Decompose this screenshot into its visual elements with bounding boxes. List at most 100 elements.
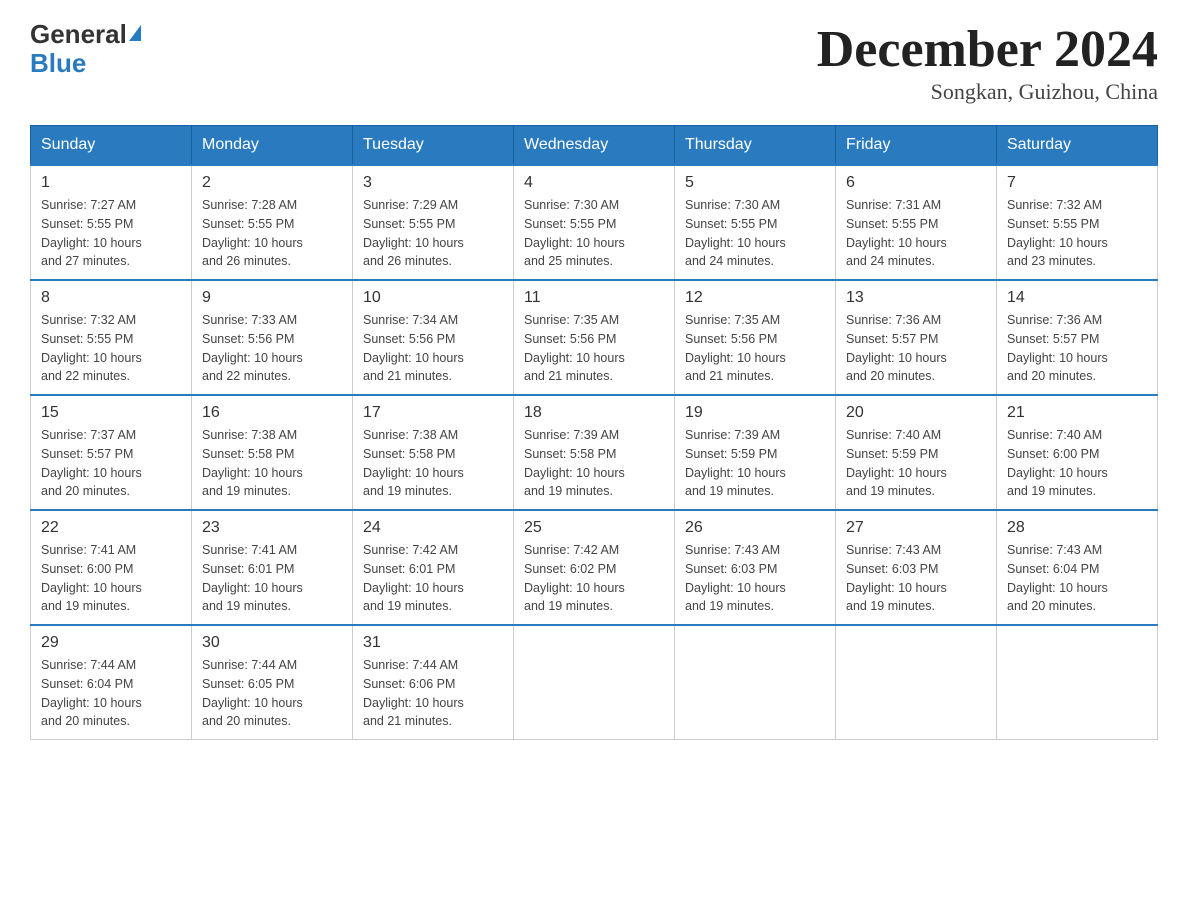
day-info: Sunrise: 7:32 AMSunset: 5:55 PMDaylight:… xyxy=(41,311,181,386)
calendar-cell: 26 Sunrise: 7:43 AMSunset: 6:03 PMDayligh… xyxy=(675,510,836,625)
day-number: 3 xyxy=(363,174,503,192)
calendar-cell: 11 Sunrise: 7:35 AMSunset: 5:56 PMDayligh… xyxy=(514,280,675,395)
day-number: 27 xyxy=(846,519,986,537)
day-number: 28 xyxy=(1007,519,1147,537)
day-info: Sunrise: 7:31 AMSunset: 5:55 PMDaylight:… xyxy=(846,196,986,271)
day-info: Sunrise: 7:40 AMSunset: 6:00 PMDaylight:… xyxy=(1007,426,1147,501)
day-number: 5 xyxy=(685,174,825,192)
logo: General Blue xyxy=(30,20,141,77)
day-info: Sunrise: 7:43 AMSunset: 6:03 PMDaylight:… xyxy=(846,541,986,616)
day-number: 6 xyxy=(846,174,986,192)
day-number: 23 xyxy=(202,519,342,537)
day-info: Sunrise: 7:35 AMSunset: 5:56 PMDaylight:… xyxy=(524,311,664,386)
day-number: 7 xyxy=(1007,174,1147,192)
calendar-cell: 8 Sunrise: 7:32 AMSunset: 5:55 PMDaylight… xyxy=(31,280,192,395)
day-info: Sunrise: 7:41 AMSunset: 6:00 PMDaylight:… xyxy=(41,541,181,616)
day-info: Sunrise: 7:27 AMSunset: 5:55 PMDaylight:… xyxy=(41,196,181,271)
day-number: 30 xyxy=(202,634,342,652)
title-block: December 2024 Songkan, Guizhou, China xyxy=(817,20,1158,105)
calendar-cell: 12 Sunrise: 7:35 AMSunset: 5:56 PMDayligh… xyxy=(675,280,836,395)
calendar-cell xyxy=(675,625,836,740)
day-info: Sunrise: 7:38 AMSunset: 5:58 PMDaylight:… xyxy=(202,426,342,501)
header-saturday: Saturday xyxy=(997,126,1158,166)
day-info: Sunrise: 7:41 AMSunset: 6:01 PMDaylight:… xyxy=(202,541,342,616)
calendar-cell xyxy=(836,625,997,740)
day-number: 11 xyxy=(524,289,664,307)
day-info: Sunrise: 7:38 AMSunset: 5:58 PMDaylight:… xyxy=(363,426,503,501)
day-info: Sunrise: 7:28 AMSunset: 5:55 PMDaylight:… xyxy=(202,196,342,271)
calendar-cell: 16 Sunrise: 7:38 AMSunset: 5:58 PMDayligh… xyxy=(192,395,353,510)
calendar-cell: 19 Sunrise: 7:39 AMSunset: 5:59 PMDayligh… xyxy=(675,395,836,510)
logo-arrow-icon xyxy=(129,25,141,41)
calendar-cell: 18 Sunrise: 7:39 AMSunset: 5:58 PMDayligh… xyxy=(514,395,675,510)
calendar-cell: 20Sunrise: 7:40 AMSunset: 5:59 PMDayligh… xyxy=(836,395,997,510)
day-info: Sunrise: 7:34 AMSunset: 5:56 PMDaylight:… xyxy=(363,311,503,386)
calendar-cell: 25 Sunrise: 7:42 AMSunset: 6:02 PMDayligh… xyxy=(514,510,675,625)
logo-blue-text: Blue xyxy=(30,49,141,78)
calendar-cell: 3 Sunrise: 7:29 AMSunset: 5:55 PMDaylight… xyxy=(353,165,514,280)
day-number: 19 xyxy=(685,404,825,422)
day-info: Sunrise: 7:39 AMSunset: 5:58 PMDaylight:… xyxy=(524,426,664,501)
calendar-cell xyxy=(997,625,1158,740)
day-number: 15 xyxy=(41,404,181,422)
day-info: Sunrise: 7:36 AMSunset: 5:57 PMDaylight:… xyxy=(1007,311,1147,386)
calendar-cell: 7Sunrise: 7:32 AMSunset: 5:55 PMDaylight… xyxy=(997,165,1158,280)
header-wednesday: Wednesday xyxy=(514,126,675,166)
day-info: Sunrise: 7:29 AMSunset: 5:55 PMDaylight:… xyxy=(363,196,503,271)
day-number: 10 xyxy=(363,289,503,307)
day-info: Sunrise: 7:33 AMSunset: 5:56 PMDaylight:… xyxy=(202,311,342,386)
day-number: 31 xyxy=(363,634,503,652)
day-info: Sunrise: 7:42 AMSunset: 6:02 PMDaylight:… xyxy=(524,541,664,616)
calendar-cell: 23 Sunrise: 7:41 AMSunset: 6:01 PMDayligh… xyxy=(192,510,353,625)
day-number: 18 xyxy=(524,404,664,422)
calendar-cell: 22Sunrise: 7:41 AMSunset: 6:00 PMDayligh… xyxy=(31,510,192,625)
day-number: 14 xyxy=(1007,289,1147,307)
page-title: December 2024 xyxy=(817,20,1158,79)
day-info: Sunrise: 7:39 AMSunset: 5:59 PMDaylight:… xyxy=(685,426,825,501)
day-info: Sunrise: 7:43 AMSunset: 6:03 PMDaylight:… xyxy=(685,541,825,616)
day-number: 12 xyxy=(685,289,825,307)
calendar-week-row: 15Sunrise: 7:37 AMSunset: 5:57 PMDayligh… xyxy=(31,395,1158,510)
calendar-week-row: 1 Sunrise: 7:27 AMSunset: 5:55 PMDaylight… xyxy=(31,165,1158,280)
calendar-cell: 21 Sunrise: 7:40 AMSunset: 6:00 PMDayligh… xyxy=(997,395,1158,510)
calendar-week-row: 22Sunrise: 7:41 AMSunset: 6:00 PMDayligh… xyxy=(31,510,1158,625)
header-tuesday: Tuesday xyxy=(353,126,514,166)
day-number: 8 xyxy=(41,289,181,307)
calendar-cell: 15Sunrise: 7:37 AMSunset: 5:57 PMDayligh… xyxy=(31,395,192,510)
calendar-cell: 2Sunrise: 7:28 AMSunset: 5:55 PMDaylight… xyxy=(192,165,353,280)
logo-general-text: General xyxy=(30,20,127,49)
day-info: Sunrise: 7:43 AMSunset: 6:04 PMDaylight:… xyxy=(1007,541,1147,616)
calendar-table: Sunday Monday Tuesday Wednesday Thursday… xyxy=(30,125,1158,740)
day-number: 9 xyxy=(202,289,342,307)
calendar-cell: 13 Sunrise: 7:36 AMSunset: 5:57 PMDayligh… xyxy=(836,280,997,395)
calendar-cell: 31Sunrise: 7:44 AMSunset: 6:06 PMDayligh… xyxy=(353,625,514,740)
header-friday: Friday xyxy=(836,126,997,166)
calendar-cell: 5 Sunrise: 7:30 AMSunset: 5:55 PMDaylight… xyxy=(675,165,836,280)
calendar-week-row: 29Sunrise: 7:44 AMSunset: 6:04 PMDayligh… xyxy=(31,625,1158,740)
header-sunday: Sunday xyxy=(31,126,192,166)
day-info: Sunrise: 7:30 AMSunset: 5:55 PMDaylight:… xyxy=(685,196,825,271)
day-number: 25 xyxy=(524,519,664,537)
day-number: 17 xyxy=(363,404,503,422)
day-number: 13 xyxy=(846,289,986,307)
day-number: 1 xyxy=(41,174,181,192)
calendar-week-row: 8 Sunrise: 7:32 AMSunset: 5:55 PMDaylight… xyxy=(31,280,1158,395)
day-number: 21 xyxy=(1007,404,1147,422)
page-subtitle: Songkan, Guizhou, China xyxy=(817,79,1158,105)
calendar-cell: 29Sunrise: 7:44 AMSunset: 6:04 PMDayligh… xyxy=(31,625,192,740)
calendar-cell: 4 Sunrise: 7:30 AMSunset: 5:55 PMDaylight… xyxy=(514,165,675,280)
calendar-cell xyxy=(514,625,675,740)
page-header: General Blue December 2024 Songkan, Guiz… xyxy=(30,20,1158,105)
day-number: 16 xyxy=(202,404,342,422)
day-info: Sunrise: 7:42 AMSunset: 6:01 PMDaylight:… xyxy=(363,541,503,616)
header-thursday: Thursday xyxy=(675,126,836,166)
day-number: 26 xyxy=(685,519,825,537)
day-info: Sunrise: 7:35 AMSunset: 5:56 PMDaylight:… xyxy=(685,311,825,386)
day-number: 4 xyxy=(524,174,664,192)
day-info: Sunrise: 7:40 AMSunset: 5:59 PMDaylight:… xyxy=(846,426,986,501)
day-info: Sunrise: 7:36 AMSunset: 5:57 PMDaylight:… xyxy=(846,311,986,386)
day-number: 29 xyxy=(41,634,181,652)
day-info: Sunrise: 7:30 AMSunset: 5:55 PMDaylight:… xyxy=(524,196,664,271)
day-number: 24 xyxy=(363,519,503,537)
calendar-cell: 14 Sunrise: 7:36 AMSunset: 5:57 PMDayligh… xyxy=(997,280,1158,395)
